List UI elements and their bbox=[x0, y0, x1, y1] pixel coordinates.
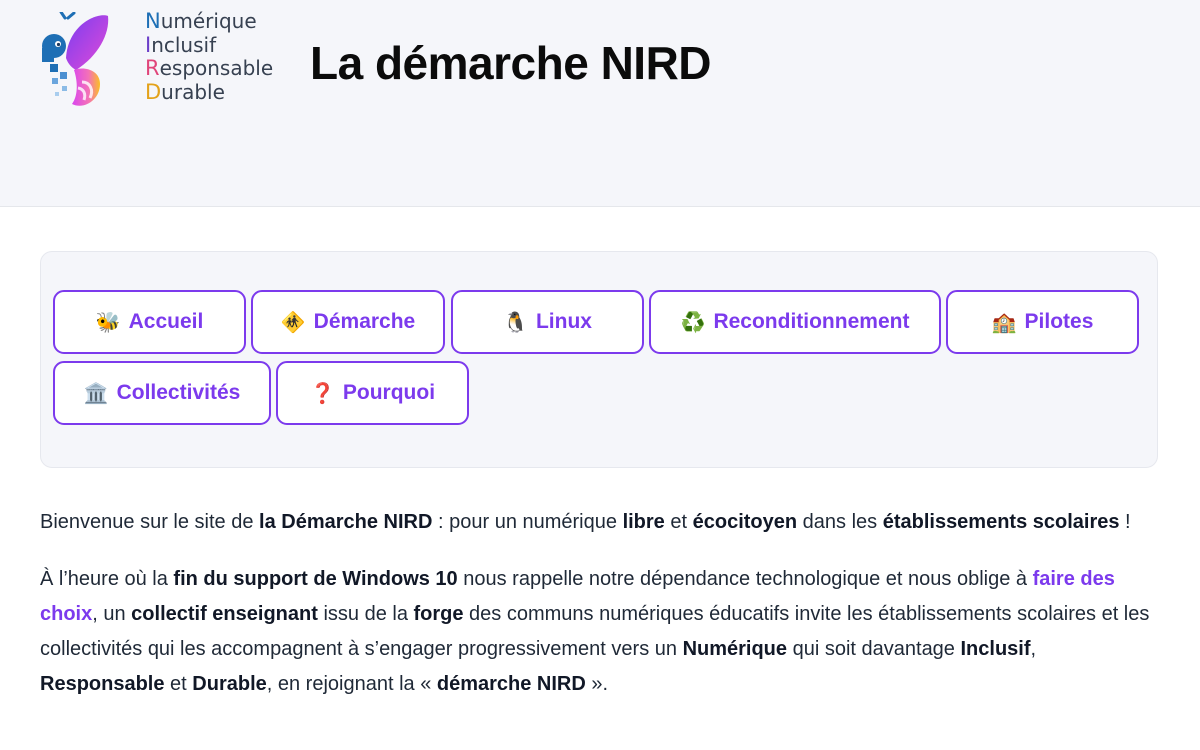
question-mark-icon: ❓ bbox=[309, 382, 335, 405]
emphasis: Inclusif bbox=[960, 638, 1031, 660]
emphasis: collectif enseignant bbox=[131, 603, 318, 625]
emphasis: Responsable bbox=[40, 673, 165, 695]
emphasis: Durable bbox=[192, 673, 267, 695]
emphasis: la Démarche NIRD bbox=[259, 511, 433, 533]
emphasis: écocitoyen bbox=[692, 511, 798, 533]
logo-word-inclusif: Inclusif bbox=[145, 32, 273, 58]
text: et bbox=[664, 511, 693, 533]
context-paragraph: À l’heure où la fin du support de Window… bbox=[40, 562, 1160, 702]
penguin-icon: 🐧 bbox=[503, 311, 528, 334]
text: qui soit davantage bbox=[787, 638, 961, 660]
recycle-icon: ♻️ bbox=[680, 311, 706, 334]
text: nous rappelle notre dépendance technolog… bbox=[457, 568, 1033, 590]
main-content: Bienvenue sur le site de la Démarche NIR… bbox=[40, 505, 1160, 702]
nav-menu: 🐝 Accueil 🚸 Démarche 🐧 Linux ♻️ Recondit… bbox=[40, 251, 1158, 468]
nav-button-reconditionnement[interactable]: ♻️ Reconditionnement bbox=[649, 290, 941, 354]
logo-word-rest: umérique bbox=[160, 9, 257, 33]
logo-wordmark: Numérique Inclusif Responsable Durable bbox=[145, 9, 274, 105]
nav-button-accueil[interactable]: 🐝 Accueil bbox=[53, 290, 246, 354]
site-header: Numérique Inclusif Responsable Durable L… bbox=[0, 0, 1200, 207]
text: dans les bbox=[797, 511, 883, 533]
nav-button-pourquoi[interactable]: ❓ Pourquoi bbox=[276, 361, 469, 425]
nav-button-label: Pourquoi bbox=[342, 381, 436, 404]
butterfly-logo-icon[interactable] bbox=[38, 10, 110, 116]
logo-initial: N bbox=[145, 9, 161, 33]
text: : pour un numérique bbox=[432, 511, 623, 533]
logo-word-rest: nclusif bbox=[151, 32, 217, 57]
text: ». bbox=[585, 673, 609, 695]
classical-building-icon: 🏛️ bbox=[83, 382, 109, 405]
nav-button-label: Collectivités bbox=[116, 381, 241, 404]
text: , en rejoignant la « bbox=[266, 673, 437, 695]
text: et bbox=[164, 673, 193, 695]
nav-button-linux[interactable]: 🐧 Linux bbox=[451, 290, 644, 354]
logo-word-rest: urable bbox=[161, 79, 225, 104]
text: , bbox=[1030, 638, 1037, 660]
text: Bienvenue sur le site de bbox=[40, 511, 260, 533]
bee-icon: 🐝 bbox=[95, 311, 121, 334]
nav-button-label: Accueil bbox=[128, 310, 204, 333]
page-title: La démarche NIRD bbox=[310, 37, 712, 89]
nav-button-label: Pilotes bbox=[1024, 310, 1094, 333]
nav-button-collectivites[interactable]: 🏛️ Collectivités bbox=[53, 361, 271, 425]
logo-initial: R bbox=[145, 56, 160, 80]
nav-button-pilotes[interactable]: 🏫 Pilotes bbox=[946, 290, 1139, 354]
intro-paragraph: Bienvenue sur le site de la Démarche NIR… bbox=[40, 505, 1160, 540]
nav-button-demarche[interactable]: 🚸 Démarche bbox=[251, 290, 445, 354]
emphasis: forge bbox=[413, 603, 464, 625]
emphasis: établissements scolaires bbox=[882, 511, 1120, 533]
nav-button-label: Linux bbox=[535, 310, 592, 333]
logo-word-numerique: Numérique bbox=[145, 9, 273, 34]
nav-button-label: Reconditionnement bbox=[713, 310, 910, 333]
logo-initial: D bbox=[145, 79, 162, 104]
logo-word-rest: esponsable bbox=[159, 56, 274, 80]
text: , un bbox=[92, 603, 132, 625]
text: issu de la bbox=[317, 603, 414, 625]
text: À l’heure où la bbox=[40, 568, 174, 590]
logo-word-responsable: Responsable bbox=[145, 56, 274, 81]
emphasis: fin du support de Windows 10 bbox=[173, 568, 458, 590]
emphasis: Numérique bbox=[682, 638, 788, 660]
logo-word-durable: Durable bbox=[145, 79, 273, 105]
emphasis: libre bbox=[622, 511, 665, 533]
text: ! bbox=[1119, 511, 1131, 533]
school-icon: 🏫 bbox=[991, 311, 1017, 334]
nav-button-label: Démarche bbox=[313, 310, 416, 333]
emphasis: démarche NIRD bbox=[436, 673, 586, 695]
children-crossing-icon: 🚸 bbox=[280, 311, 306, 334]
